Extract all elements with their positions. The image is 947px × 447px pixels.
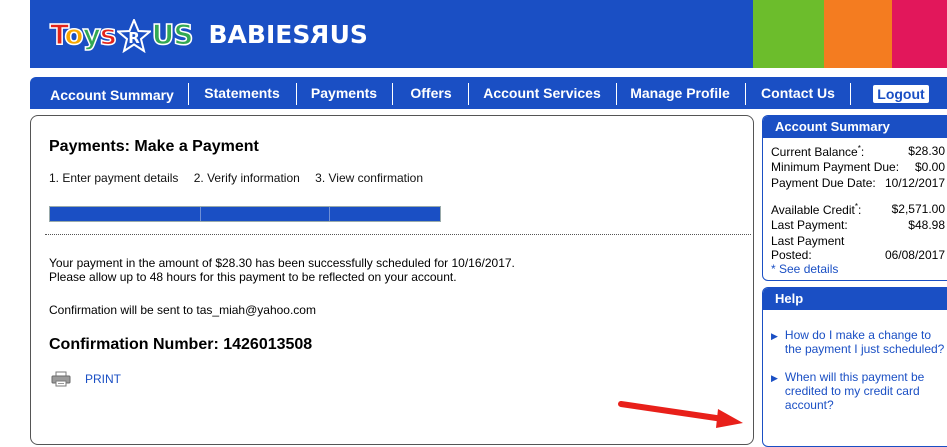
nav-divider xyxy=(392,83,393,105)
help-link-text[interactable]: When will this payment be credited to my… xyxy=(785,370,924,412)
logo-letter: o xyxy=(64,17,85,52)
confirmation-message: Your payment in the amount of $28.30 has… xyxy=(49,256,515,284)
current-balance-label: Current Balance*: xyxy=(771,144,864,159)
account-summary-box: Account Summary Current Balance*: $28.30… xyxy=(762,115,947,281)
link-line[interactable]: How do I make a change to xyxy=(785,328,931,342)
due-date-value: 10/12/2017 xyxy=(884,176,945,190)
nav-divider xyxy=(188,83,189,105)
logo-babies-us-text: US xyxy=(329,19,368,49)
main-nav: Account Summary Statements Payments Offe… xyxy=(30,77,947,109)
print-link[interactable]: PRINT xyxy=(51,371,121,387)
help-box: Help ▶ How do I make a change to the pay… xyxy=(762,287,947,447)
brand-stripe-orange xyxy=(824,0,892,68)
nav-manage-profile[interactable]: Manage Profile xyxy=(624,77,736,109)
step-2: 2. Verify information xyxy=(193,171,300,185)
last-posted-label-line1: Last Payment xyxy=(771,234,845,248)
logo-letter: T xyxy=(49,17,66,52)
message-line: Your payment in the amount of $28.30 has… xyxy=(49,256,515,270)
nav-divider xyxy=(296,83,297,105)
babies-r-us-logo: BABIESRUS xyxy=(208,20,367,49)
section-divider xyxy=(45,234,751,235)
current-balance-value: $28.30 xyxy=(908,144,945,158)
nav-offers[interactable]: Offers xyxy=(400,77,462,109)
red-arrow-annotation xyxy=(618,401,743,428)
nav-account-summary[interactable]: Account Summary xyxy=(42,79,182,111)
nav-account-services[interactable]: Account Services xyxy=(476,77,608,109)
step-1: 1. Enter payment details xyxy=(49,171,179,185)
us-logo-part: US xyxy=(151,17,194,52)
minimum-payment-label: Minimum Payment Due: xyxy=(771,160,900,174)
logo-letters: US xyxy=(151,17,194,52)
label-colon: : xyxy=(860,145,865,159)
help-link-credited[interactable]: ▶ When will this payment be credited to … xyxy=(771,370,924,412)
link-line[interactable]: When will this payment be xyxy=(785,370,924,384)
page-title: Payments: Make a Payment xyxy=(49,138,259,155)
last-posted-value: 06/08/2017 xyxy=(884,248,945,262)
label-text: Available Credit xyxy=(771,203,855,217)
available-credit-label: Available Credit*: xyxy=(771,202,861,217)
link-line[interactable]: the payment I just scheduled? xyxy=(785,342,944,356)
last-payment-label: Last Payment: xyxy=(771,218,848,232)
logout-button[interactable]: Logout xyxy=(873,85,929,103)
link-line[interactable]: account? xyxy=(785,398,834,412)
brand-logos[interactable]: Toys R US BABIESRUS xyxy=(49,10,368,58)
triangle-right-icon: ▶ xyxy=(771,373,778,383)
logo-r-letter: R xyxy=(128,29,140,47)
brand-stripe-green xyxy=(753,0,824,68)
confirmation-number: Confirmation Number: 1426013508 xyxy=(49,336,313,353)
link-line[interactable]: credited to my credit card xyxy=(785,384,920,398)
star-r-icon: R xyxy=(116,19,151,53)
triangle-right-icon: ▶ xyxy=(771,331,778,341)
nav-statements[interactable]: Statements xyxy=(196,77,288,109)
nav-divider xyxy=(616,83,617,105)
label-colon: : xyxy=(857,203,862,217)
print-label[interactable]: PRINT xyxy=(85,372,121,386)
logo-babies-text: BABIES xyxy=(208,19,311,49)
help-link-change-payment[interactable]: ▶ How do I make a change to the payment … xyxy=(771,328,944,356)
help-title: Help xyxy=(763,288,947,310)
step-3: 3. View confirmation xyxy=(315,171,423,185)
logo-r-letter: R xyxy=(310,19,330,49)
printer-icon xyxy=(51,371,71,387)
site-header: Toys R US BABIESRUS xyxy=(30,0,947,68)
help-link-text[interactable]: How do I make a change to the payment I … xyxy=(785,328,944,356)
last-payment-value: $48.98 xyxy=(908,218,945,232)
confirmation-email-text: Confirmation will be sent to tas_miah@ya… xyxy=(49,303,316,317)
minimum-payment-value: $0.00 xyxy=(914,160,945,174)
nav-contact-us[interactable]: Contact Us xyxy=(752,77,844,109)
toys-r-us-logo: Toys xyxy=(49,17,117,52)
step-indicator: 1. Enter payment details 2. Verify infor… xyxy=(49,171,435,185)
last-posted-label-line2: Posted: xyxy=(771,248,812,262)
see-details-link[interactable]: * See details xyxy=(771,262,838,276)
progress-divider xyxy=(200,207,201,221)
progress-divider xyxy=(329,207,330,221)
nav-divider xyxy=(850,83,851,105)
progress-bar xyxy=(49,206,441,222)
nav-divider xyxy=(468,83,469,105)
message-line: Please allow up to 48 hours for this pay… xyxy=(49,270,457,284)
available-credit-value: $2,571.00 xyxy=(891,202,945,216)
brand-stripe-pink xyxy=(892,0,947,68)
due-date-label: Payment Due Date: xyxy=(771,176,876,190)
logo-letter: y xyxy=(82,17,102,52)
logo-letter: s xyxy=(99,17,117,52)
nav-payments[interactable]: Payments xyxy=(302,77,386,109)
account-summary-title: Account Summary xyxy=(763,116,947,138)
label-text: Current Balance xyxy=(771,145,858,159)
nav-divider xyxy=(745,83,746,105)
